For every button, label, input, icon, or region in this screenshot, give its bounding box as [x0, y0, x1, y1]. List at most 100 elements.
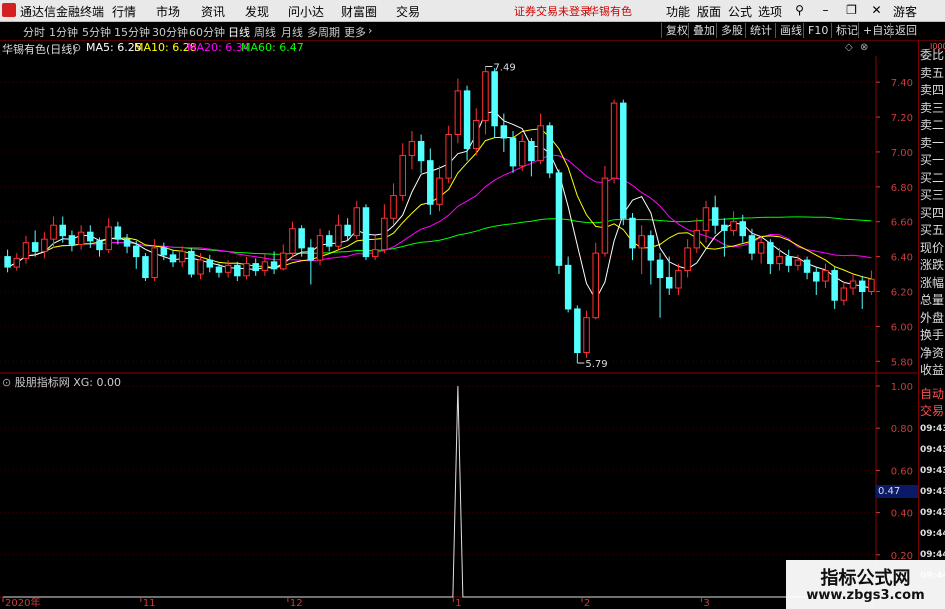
candle-body — [344, 224, 351, 237]
candle — [4, 249, 11, 273]
candle-body — [353, 207, 361, 237]
candle — [243, 256, 250, 280]
candle — [813, 267, 820, 295]
candle — [123, 233, 131, 254]
candle — [739, 214, 747, 243]
candle-body — [169, 254, 177, 263]
candle — [280, 244, 287, 271]
candle-body — [132, 245, 140, 258]
candle-body — [454, 90, 462, 135]
candle — [105, 218, 112, 254]
candle-body — [601, 177, 609, 254]
candle — [50, 216, 57, 248]
candle-body — [721, 224, 728, 231]
price-tick-label: 5.80 — [891, 357, 913, 368]
price-tick-label: 6.40 — [891, 253, 913, 264]
candle-body — [473, 120, 480, 149]
candle-body — [620, 102, 627, 219]
auto-trade-label[interactable]: 自动 — [920, 385, 945, 402]
candle — [381, 204, 388, 254]
candle-body — [307, 247, 315, 261]
candle — [748, 228, 756, 261]
candle — [454, 78, 462, 144]
candle — [656, 253, 664, 318]
date-label: 12 — [290, 598, 303, 609]
candle-body — [87, 231, 94, 242]
candle — [436, 165, 443, 212]
candle — [849, 274, 857, 295]
candle — [803, 256, 811, 280]
candle-body — [390, 195, 397, 219]
candle — [390, 183, 397, 226]
candle — [362, 204, 370, 261]
date-label: 2 — [584, 598, 590, 609]
auto-trade-label[interactable]: 交易 — [920, 402, 945, 419]
candle — [638, 225, 645, 275]
candle — [307, 239, 315, 285]
candle-body — [427, 160, 434, 205]
watermark-url: www.zbgs3.com — [806, 588, 925, 603]
candle — [518, 134, 526, 172]
corner-code: I000 — [930, 42, 945, 51]
price-chart[interactable]: 7.40 7.20 7.00 6.80 6.60 6.40 6.20 6.00 5.80 1.0… — [0, 0, 918, 609]
candle — [684, 239, 691, 278]
candle — [289, 221, 296, 257]
indicator-collapse-icon[interactable]: ⊙ — [2, 376, 11, 389]
candle — [188, 247, 195, 278]
candle-body — [417, 140, 425, 162]
quote-label: 外盘 — [920, 310, 945, 325]
indicator-title[interactable]: 股朋指标网 — [15, 376, 70, 389]
quote-label: 卖一 — [920, 135, 945, 150]
candle-body — [142, 256, 149, 279]
candle-body — [243, 263, 250, 277]
candle-body — [215, 266, 223, 273]
candle — [601, 165, 609, 257]
candle-body — [822, 270, 829, 282]
candle-body — [509, 137, 517, 167]
candle-body — [739, 221, 747, 237]
date-label: 2020年 — [5, 596, 40, 609]
candle-body — [114, 226, 122, 240]
candle — [77, 225, 85, 250]
candle-body — [675, 270, 682, 289]
price-tick-label: 6.60 — [891, 218, 913, 229]
candle-body — [647, 235, 655, 261]
price-tick-label: 6.80 — [891, 183, 913, 194]
candle-body — [776, 256, 783, 265]
candle-body — [289, 228, 296, 254]
candle — [629, 213, 636, 261]
quote-label: 现价 — [920, 240, 945, 255]
quote-label: 卖三 — [920, 100, 945, 115]
candle-body — [849, 280, 857, 289]
candle-body — [280, 252, 287, 270]
quote-label: 买二 — [920, 170, 945, 185]
candle-body — [77, 231, 85, 245]
candle — [252, 258, 259, 276]
candle-body — [362, 207, 370, 258]
candle — [169, 249, 177, 268]
candle-body — [316, 235, 324, 261]
candle — [142, 253, 149, 282]
trade-time: 09:44 — [920, 550, 945, 560]
candle — [316, 228, 324, 266]
quote-side-panel: 委比 卖五 卖四 卖三 卖二 卖一 买一 买二 买三 买四 买五 现价 涨跌 涨幅 总量 外盘 换手 净资 收益 自动… — [918, 41, 945, 609]
candle — [785, 249, 792, 273]
candle-body — [463, 90, 471, 149]
candle-body — [564, 264, 572, 310]
quote-label: 涨幅 — [920, 275, 945, 290]
candle-body — [868, 278, 875, 292]
candle-body — [123, 238, 131, 247]
candle-body — [730, 221, 737, 231]
quote-label: 买一 — [920, 153, 945, 167]
candle — [473, 108, 480, 156]
candle-body — [31, 242, 39, 252]
candle-body — [785, 256, 792, 266]
candle-body — [665, 277, 673, 289]
candle-body — [261, 261, 269, 272]
candle — [234, 261, 241, 282]
candle-body — [518, 140, 526, 167]
candle-body — [96, 240, 103, 251]
trade-time: 09:43 — [920, 466, 945, 476]
candle-body — [528, 140, 535, 162]
candle-body — [151, 247, 158, 279]
